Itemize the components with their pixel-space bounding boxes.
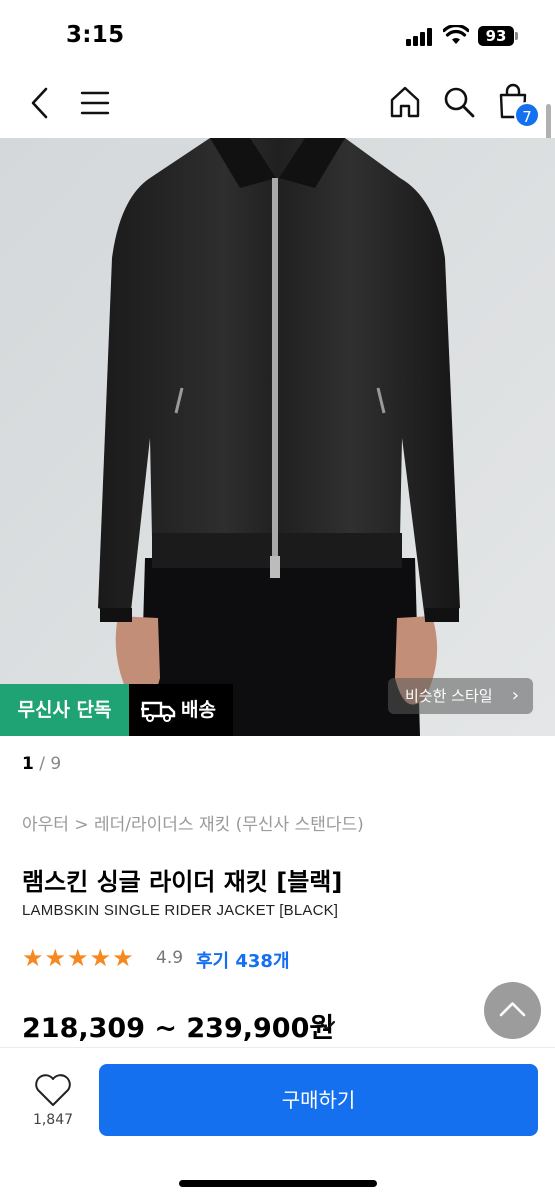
breadcrumb[interactable]: 아우터 > 레더/라이더스 재킷 (무신사 스탠다드) <box>22 810 364 835</box>
chevron-up-icon <box>499 1002 526 1017</box>
hamburger-menu-icon[interactable] <box>78 86 112 120</box>
cart-count-badge: 7 <box>514 102 540 128</box>
chevron-left-icon[interactable] <box>26 86 56 120</box>
rating: ★★★★★ 4.9 후기 438개 <box>22 944 322 972</box>
like-button[interactable]: 1,847 <box>24 1072 82 1132</box>
home-indicator <box>179 1180 377 1187</box>
delivery-badge: 배송 <box>129 684 233 736</box>
like-count: 1,847 <box>32 1112 74 1128</box>
buy-button[interactable]: 구매하기 <box>99 1064 538 1136</box>
top-navigation <box>0 72 555 136</box>
image-pager: 1 / 9 <box>22 754 61 774</box>
home-icon[interactable] <box>388 84 422 120</box>
product-title-en: LAMBSKIN SINGLE RIDER JACKET [BLACK] <box>22 902 339 919</box>
battery-indicator: 93 <box>478 26 514 46</box>
scroll-to-top-button[interactable] <box>484 982 541 1039</box>
product-price: 218,309 ~ 239,900원 <box>22 1013 335 1044</box>
rating-score: 4.9 <box>156 948 184 968</box>
similar-style-label: 비슷한 스타일 <box>405 687 493 705</box>
chevron-right-icon: › <box>511 685 519 706</box>
exclusive-badge: 무신사 단독 <box>0 684 129 736</box>
product-image[interactable] <box>0 138 555 736</box>
chevron-down-icon[interactable] <box>316 1014 338 1036</box>
rating-stars: ★★★★★ <box>22 944 135 972</box>
wifi-icon <box>443 25 469 44</box>
bottom-divider <box>0 1047 555 1048</box>
battery-tip <box>515 32 518 40</box>
search-icon[interactable] <box>442 84 476 120</box>
similar-style-button[interactable]: 비슷한 스타일 › <box>388 678 533 714</box>
product-title: 램스킨 싱글 라이더 재킷 [블랙] <box>22 868 343 896</box>
heart-icon <box>35 1074 71 1106</box>
truck-icon <box>141 701 176 722</box>
jacket-photo <box>0 138 555 736</box>
cellular-signal-icon <box>406 28 434 46</box>
pager-current: 1 <box>22 754 34 774</box>
review-link[interactable]: 후기 438개 <box>196 947 290 973</box>
pager-total: / 9 <box>39 754 62 774</box>
status-time: 3:15 <box>66 22 125 48</box>
delivery-badge-label: 배송 <box>181 699 216 721</box>
status-bar: 3:15 93 <box>0 0 555 70</box>
